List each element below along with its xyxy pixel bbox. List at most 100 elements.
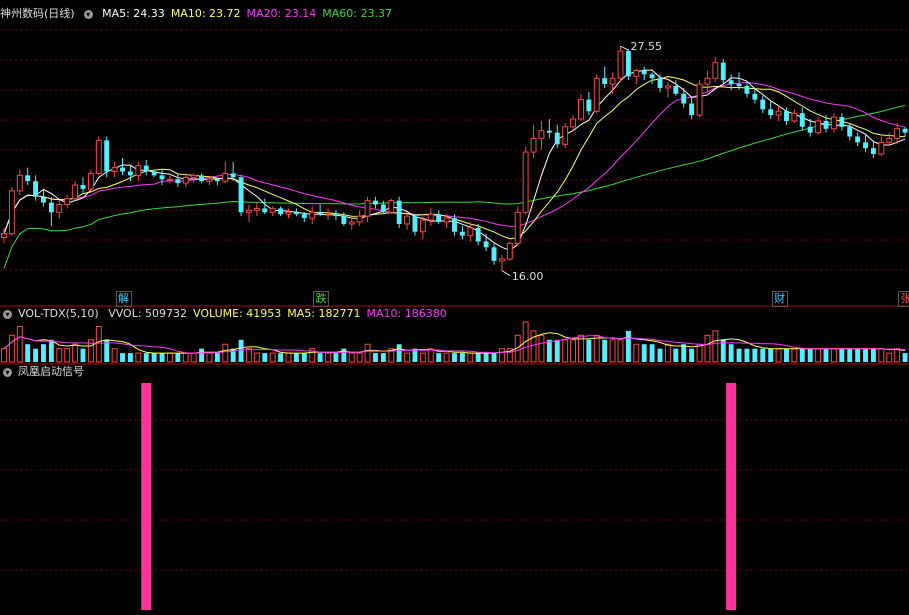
volume-bar xyxy=(278,353,284,362)
candle-body xyxy=(791,112,798,122)
candle-body xyxy=(427,213,434,221)
candle-body xyxy=(902,128,908,133)
volume-bar xyxy=(317,353,323,362)
candle-body xyxy=(578,99,584,120)
high-price-annotation: 27.55 xyxy=(630,40,662,54)
volume-bar xyxy=(48,339,54,362)
event-marker-1[interactable]: 跌 xyxy=(313,291,330,307)
candle-body xyxy=(823,120,829,129)
candle-body xyxy=(214,179,220,182)
candle-body xyxy=(199,175,205,182)
candle-body xyxy=(459,231,465,236)
volume-bar xyxy=(175,353,181,362)
candle-body xyxy=(64,198,71,206)
volume-bar xyxy=(159,353,165,362)
event-marker-3[interactable]: 张 xyxy=(898,291,909,307)
volume-bar xyxy=(412,348,418,362)
candle-body xyxy=(641,70,647,75)
candle-body xyxy=(673,86,679,94)
volume-bar xyxy=(56,348,63,363)
candle-body xyxy=(151,171,157,176)
candle-body xyxy=(514,211,521,244)
volume-bar xyxy=(830,348,837,363)
signal-settings-icon[interactable]: ▾ xyxy=(3,367,12,377)
candle-body xyxy=(72,184,79,200)
volume-bar xyxy=(815,348,822,363)
volume-bar xyxy=(373,353,378,362)
candle-body xyxy=(388,200,395,213)
candle-body xyxy=(182,176,189,184)
candle-body xyxy=(491,247,497,261)
candle-body xyxy=(625,51,631,77)
candle-body xyxy=(855,136,861,143)
volume-bar xyxy=(436,353,442,362)
volume-indicator-3: MA10: 186380 xyxy=(366,307,447,320)
settings-gear-icon[interactable]: ▾ xyxy=(83,9,93,19)
volume-bar xyxy=(190,352,197,363)
volume-bar xyxy=(238,339,244,362)
volume-bar xyxy=(498,348,505,363)
volume-bar xyxy=(878,348,885,363)
candle-body xyxy=(633,69,640,77)
volume-bar xyxy=(182,352,189,363)
candle-body xyxy=(325,213,331,216)
candle-body xyxy=(33,181,39,197)
candle-body xyxy=(554,132,560,145)
volume-bar xyxy=(491,353,497,362)
volume-bar xyxy=(681,344,687,362)
volume-bar xyxy=(301,353,307,362)
volume-bar xyxy=(760,348,766,362)
event-marker-2[interactable]: 财 xyxy=(771,291,788,307)
volume-bar xyxy=(293,353,299,362)
candle-body xyxy=(373,200,378,205)
volume-bar xyxy=(784,348,789,362)
event-marker-0[interactable]: 解 xyxy=(115,291,132,307)
candle-body xyxy=(617,50,624,79)
candle-body xyxy=(230,173,236,178)
candle-body xyxy=(380,204,386,213)
volume-bar xyxy=(127,353,133,362)
candle-body xyxy=(341,216,347,224)
volume-bar xyxy=(380,353,386,362)
volume-bar xyxy=(673,348,679,362)
volume-bar xyxy=(483,353,489,362)
candle-body xyxy=(317,212,323,215)
candle-body xyxy=(799,113,805,127)
candle-body xyxy=(443,217,450,223)
ma-indicator-1: MA10: 23.72 xyxy=(170,7,241,20)
candle-body xyxy=(412,216,418,232)
volume-settings-icon[interactable]: ▾ xyxy=(3,309,12,319)
candle-body xyxy=(530,137,537,153)
volume-bar xyxy=(41,344,46,362)
volume-bar xyxy=(657,348,663,362)
candle-body xyxy=(839,117,845,127)
candle-body xyxy=(87,172,94,190)
candle-body xyxy=(293,212,299,215)
candle-body xyxy=(712,62,719,79)
candle-body xyxy=(878,141,885,155)
volume-bar xyxy=(736,348,742,362)
volume-bar xyxy=(475,353,481,362)
volume-bar xyxy=(72,343,79,363)
candle-body xyxy=(894,128,901,139)
volume-bar xyxy=(8,334,15,363)
candle-body xyxy=(419,219,426,233)
candle-body xyxy=(333,214,339,217)
candle-body xyxy=(538,130,545,139)
candle-body xyxy=(1,233,7,239)
candle-body xyxy=(649,74,655,79)
volume-bar xyxy=(625,330,631,362)
candle-body xyxy=(246,209,252,213)
volume-bar xyxy=(1,348,7,363)
candle-body xyxy=(689,103,695,116)
candle-body xyxy=(253,207,260,211)
volume-bar xyxy=(689,348,695,362)
candle-body xyxy=(111,167,118,172)
candle-body xyxy=(752,93,758,100)
volume-bar xyxy=(530,330,537,363)
volume-bar xyxy=(396,344,402,362)
candle-body xyxy=(570,118,577,128)
volume-bar xyxy=(609,339,616,363)
candle-body xyxy=(309,211,316,219)
candle-body xyxy=(784,111,789,121)
